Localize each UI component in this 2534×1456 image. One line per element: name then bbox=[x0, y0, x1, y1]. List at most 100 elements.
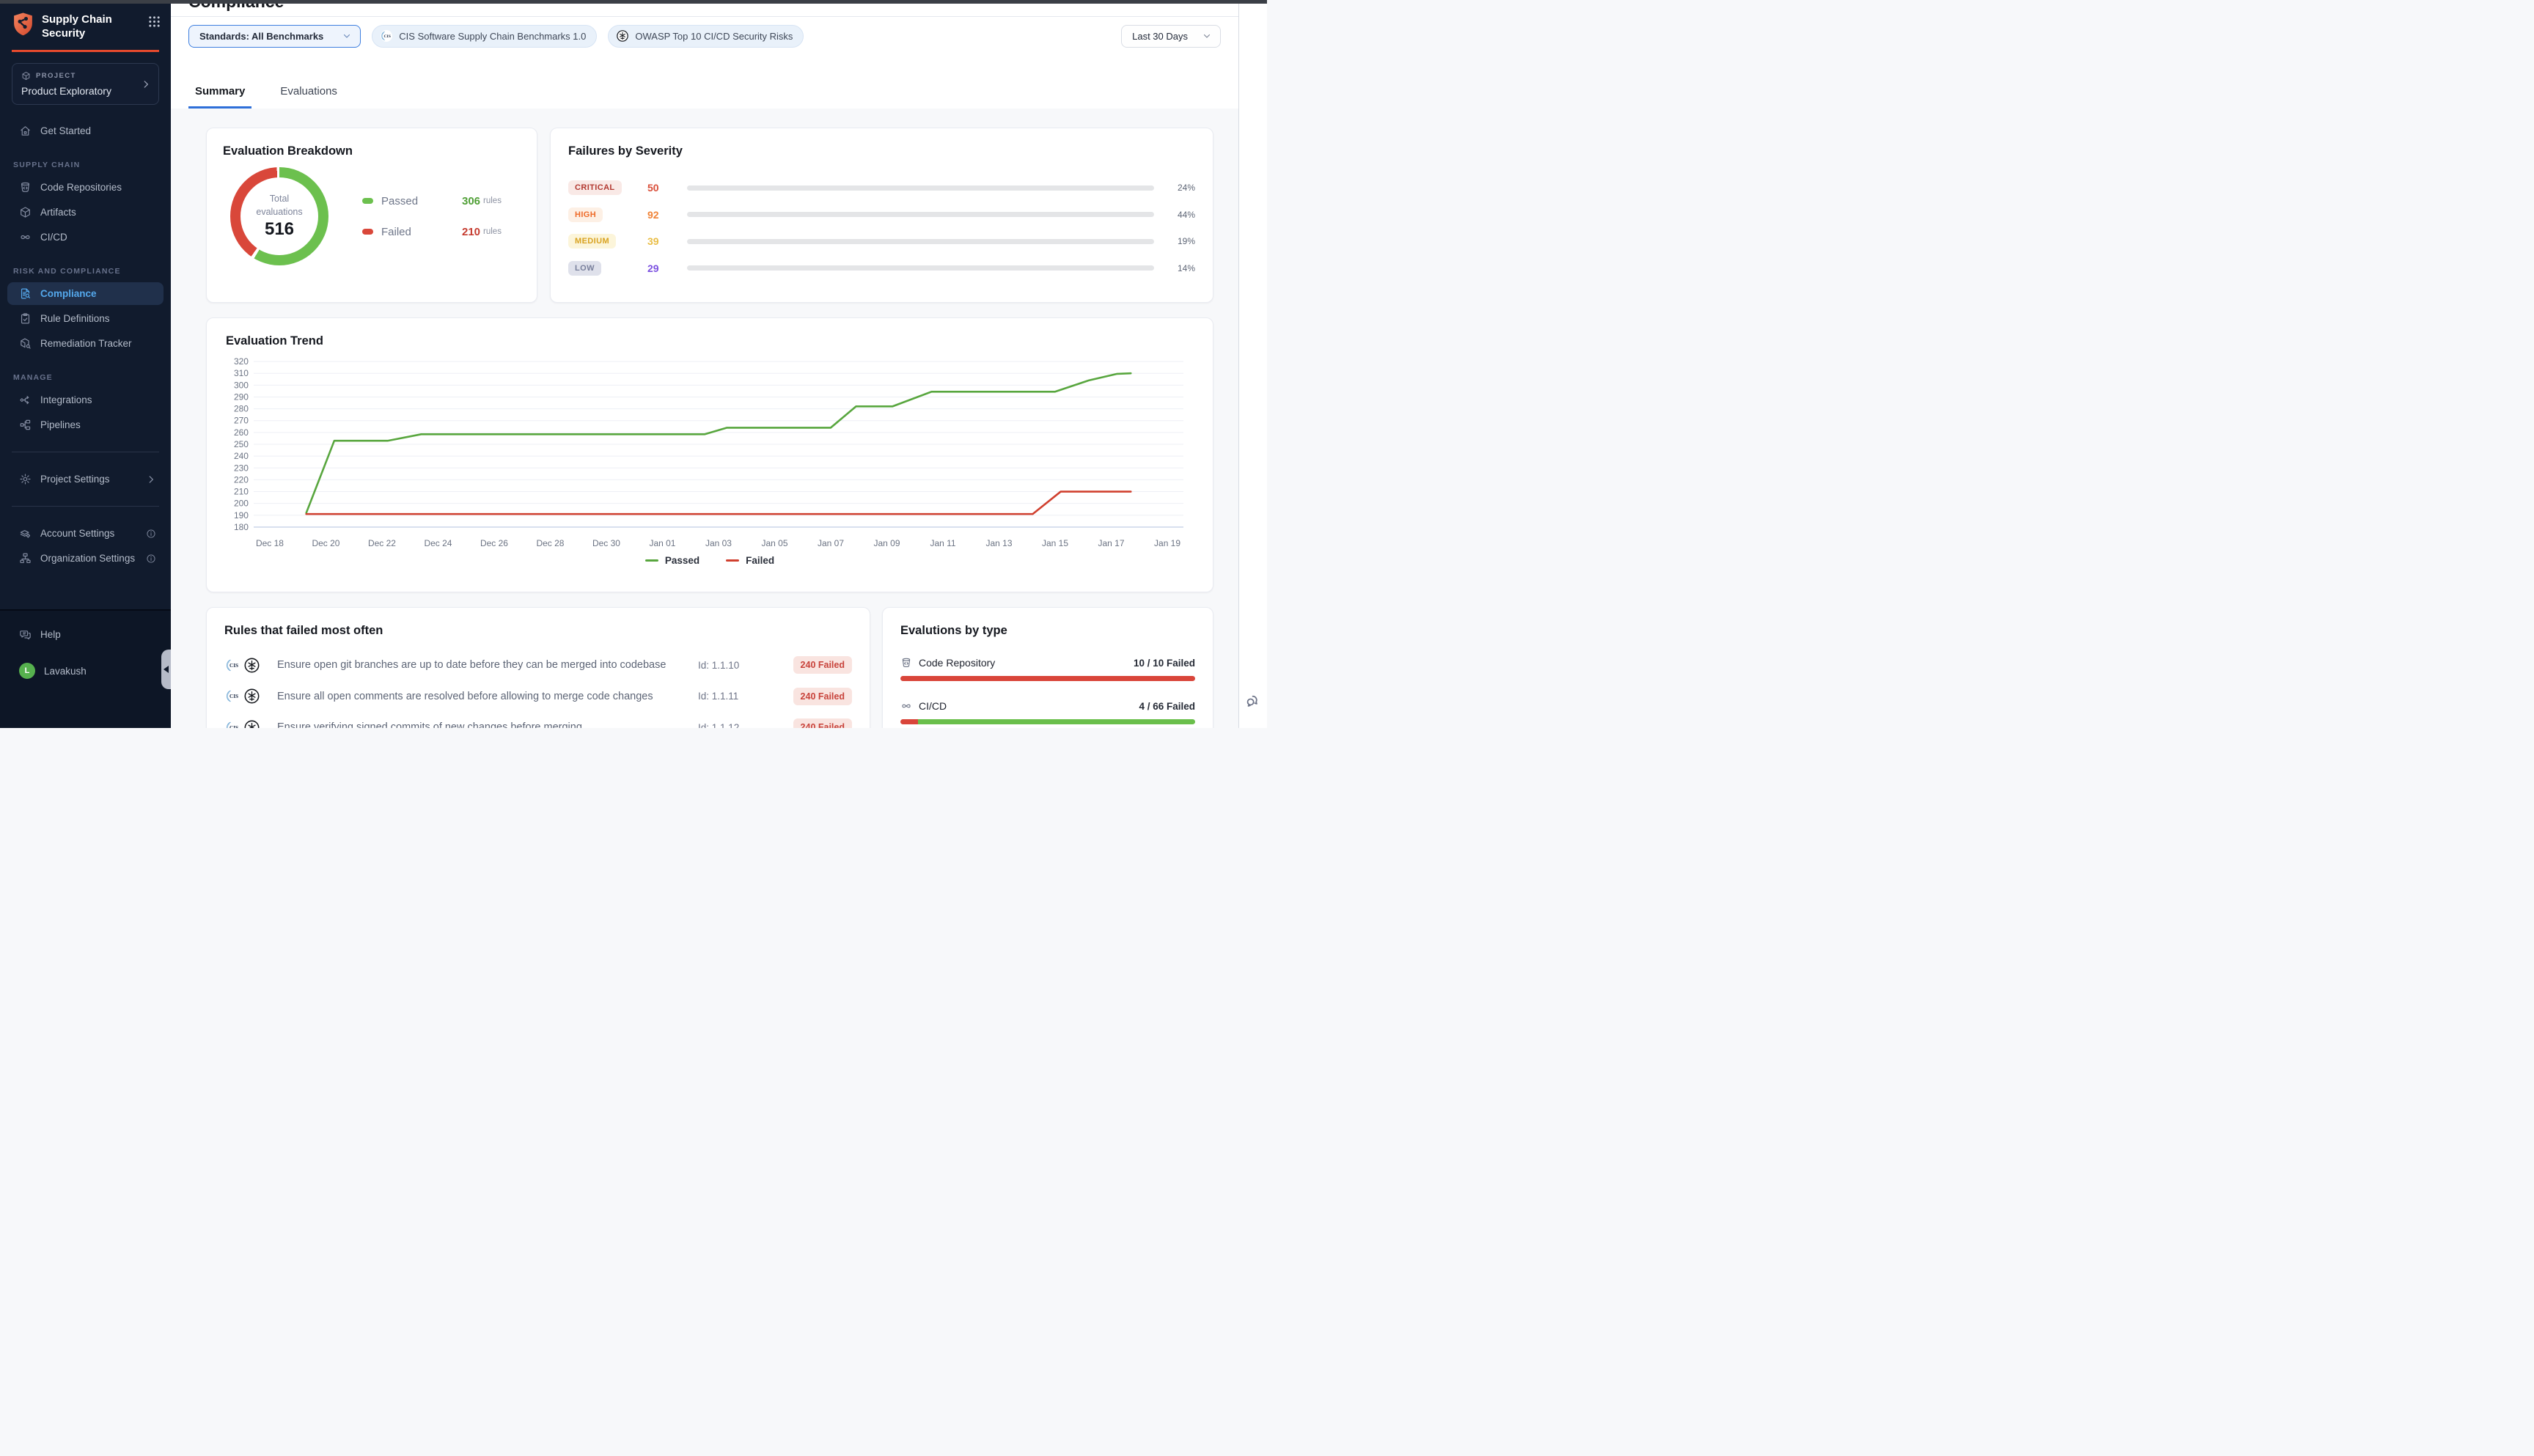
severity-count: 29 bbox=[642, 262, 684, 274]
owasp-logo-icon bbox=[243, 688, 260, 705]
svg-text:CIS: CIS bbox=[229, 725, 238, 728]
standards-filter-dropdown[interactable]: Standards: All Benchmarks bbox=[188, 25, 361, 48]
sidebar-item-compliance[interactable]: Compliance bbox=[7, 282, 164, 305]
severity-row-critical: CRITICAL5024% bbox=[568, 180, 1195, 195]
svg-text:Jan 09: Jan 09 bbox=[874, 538, 900, 548]
rule-text: Ensure open git branches are up to date … bbox=[277, 659, 698, 671]
nav-divider bbox=[12, 506, 159, 507]
app-grid-icon[interactable] bbox=[148, 15, 161, 28]
legend-swatch bbox=[726, 559, 739, 562]
tab-bar: Summary Evaluations bbox=[188, 85, 344, 109]
trend-legend-passed: Passed bbox=[645, 555, 699, 566]
sidebar-item-remediation-tracker[interactable]: Remediation Tracker bbox=[7, 332, 164, 355]
brand-title: Supply Chain Security bbox=[42, 12, 112, 40]
sidebar-item-organization-settings[interactable]: Organization Settings bbox=[7, 547, 164, 570]
sidebar-item-pipelines[interactable]: Pipelines bbox=[7, 413, 164, 436]
type-row-code-repository: Code Repository10 / 10 Failed bbox=[900, 657, 1195, 681]
total-evaluations-value: 516 bbox=[265, 219, 294, 240]
svg-text:300: 300 bbox=[234, 380, 249, 390]
owasp-logo-icon bbox=[243, 657, 260, 674]
header-divider bbox=[171, 16, 1238, 17]
severity-rows: CRITICAL5024%HIGH9244%MEDIUM3919%LOW2914… bbox=[568, 180, 1195, 276]
project-selector[interactable]: PROJECT Product Exploratory bbox=[12, 63, 159, 105]
sidebar: Supply Chain Security PROJECT Product Ex… bbox=[0, 0, 171, 728]
sidebar-collapse-handle[interactable] bbox=[161, 650, 171, 689]
sidebar-item-artifacts[interactable]: Artifacts bbox=[7, 201, 164, 224]
legend-swatch bbox=[645, 559, 658, 562]
evaluations-by-type-card: Evalutions by type Code Repository10 / 1… bbox=[882, 607, 1213, 728]
benchmark-chip-1[interactable]: OWASP Top 10 CI/CD Security Risks bbox=[608, 25, 804, 48]
card-title: Evaluation Breakdown bbox=[223, 144, 521, 158]
nav-section-label: RISK AND COMPLIANCE bbox=[13, 267, 159, 276]
severity-percent: 19% bbox=[1161, 236, 1195, 246]
sidebar-item-rule-definitions[interactable]: Rule Definitions bbox=[7, 307, 164, 330]
severity-percent: 44% bbox=[1161, 210, 1195, 220]
main-area: Compliance Standards: All Benchmarks CIS… bbox=[171, 0, 1267, 728]
nav-section-label: SUPPLY CHAIN bbox=[13, 161, 159, 169]
cis-logo-icon: CIS bbox=[224, 657, 241, 674]
info-icon[interactable] bbox=[146, 554, 156, 564]
gear-icon bbox=[19, 473, 32, 485]
cis-logo-icon: CIS bbox=[224, 688, 241, 705]
severity-count: 39 bbox=[642, 235, 684, 247]
clipboard-icon bbox=[19, 312, 32, 325]
page-header: Compliance Standards: All Benchmarks CIS… bbox=[171, 0, 1267, 109]
donut-legend: Passed306rulesFailed210rules bbox=[362, 195, 502, 238]
scrollbar-gutter[interactable] bbox=[1238, 0, 1267, 728]
rule-id: Id: 1.1.11 bbox=[698, 691, 774, 702]
sidebar-item-project-settings[interactable]: Project Settings bbox=[7, 468, 164, 490]
rules-failed-card: Rules that failed most often CISEnsure o… bbox=[206, 607, 870, 728]
benchmark-chips: CISCIS Software Supply Chain Benchmarks … bbox=[372, 25, 804, 48]
rules-list: CIS Ensure open git branches are up to da… bbox=[224, 650, 852, 728]
tab-evaluations[interactable]: Evaluations bbox=[273, 85, 344, 109]
card-title: Evalutions by type bbox=[900, 624, 1195, 638]
sidebar-item-ci-cd[interactable]: CI/CD bbox=[7, 226, 164, 249]
sidebar-item-code-repositories[interactable]: Code Repositories bbox=[7, 176, 164, 199]
project-label: PROJECT bbox=[36, 72, 76, 80]
infinity-icon bbox=[19, 231, 32, 243]
evaluation-breakdown-card: Evaluation Breakdown Total evaluations 5… bbox=[206, 128, 537, 303]
svg-text:290: 290 bbox=[234, 391, 249, 402]
svg-text:210: 210 bbox=[234, 487, 249, 497]
severity-badge: LOW bbox=[568, 261, 601, 276]
svg-text:Jan 13: Jan 13 bbox=[986, 538, 1013, 548]
svg-text:CIS: CIS bbox=[384, 34, 391, 39]
tab-summary[interactable]: Summary bbox=[188, 85, 251, 109]
svg-text:Dec 18: Dec 18 bbox=[256, 538, 284, 548]
svg-text:Jan 15: Jan 15 bbox=[1042, 538, 1068, 548]
help-label: Help bbox=[40, 629, 61, 640]
svg-text:180: 180 bbox=[234, 522, 249, 532]
cis-logo-icon: CIS bbox=[224, 719, 241, 728]
sidebar-item-integrations[interactable]: Integrations bbox=[7, 389, 164, 411]
severity-badge: CRITICAL bbox=[568, 180, 622, 195]
owasp-logo-icon bbox=[616, 29, 629, 43]
severity-count: 92 bbox=[642, 209, 684, 221]
severity-badge: HIGH bbox=[568, 207, 603, 222]
home-icon bbox=[19, 125, 32, 137]
sidebar-item-help[interactable]: Help bbox=[7, 623, 164, 646]
svg-text:Jan 03: Jan 03 bbox=[705, 538, 732, 548]
severity-row-low: LOW2914% bbox=[568, 261, 1195, 276]
info-icon[interactable] bbox=[146, 529, 156, 539]
sidebar-item-get-started[interactable]: Get Started bbox=[7, 120, 164, 142]
svg-text:270: 270 bbox=[234, 416, 249, 426]
rule-text: Ensure all open comments are resolved be… bbox=[277, 691, 698, 702]
type-row-ci-cd: CI/CD4 / 66 Failed bbox=[900, 700, 1195, 724]
time-range-dropdown[interactable]: Last 30 Days bbox=[1121, 25, 1221, 48]
doc-search-icon bbox=[19, 287, 32, 300]
rule-row-1[interactable]: CIS Ensure all open comments are resolved… bbox=[224, 681, 852, 713]
shield-branch-logo-icon bbox=[12, 12, 34, 37]
svg-text:250: 250 bbox=[234, 439, 249, 449]
repo-icon bbox=[900, 657, 912, 669]
user-menu[interactable]: L Lavakush bbox=[7, 658, 164, 684]
chevron-right-icon bbox=[146, 474, 156, 485]
rule-row-0[interactable]: CIS Ensure open git branches are up to da… bbox=[224, 650, 852, 681]
cube-icon bbox=[21, 71, 31, 81]
rule-row-2[interactable]: CIS Ensure verifying signed commits of ne… bbox=[224, 712, 852, 728]
legend-swatch bbox=[362, 198, 373, 204]
benchmark-chip-0[interactable]: CISCIS Software Supply Chain Benchmarks … bbox=[372, 25, 597, 48]
rule-text: Ensure verifying signed commits of new c… bbox=[277, 721, 698, 728]
time-range-label: Last 30 Days bbox=[1132, 31, 1188, 42]
chat-bubbles-icon[interactable] bbox=[1244, 693, 1260, 709]
sidebar-item-account-settings[interactable]: Account Settings bbox=[7, 522, 164, 545]
